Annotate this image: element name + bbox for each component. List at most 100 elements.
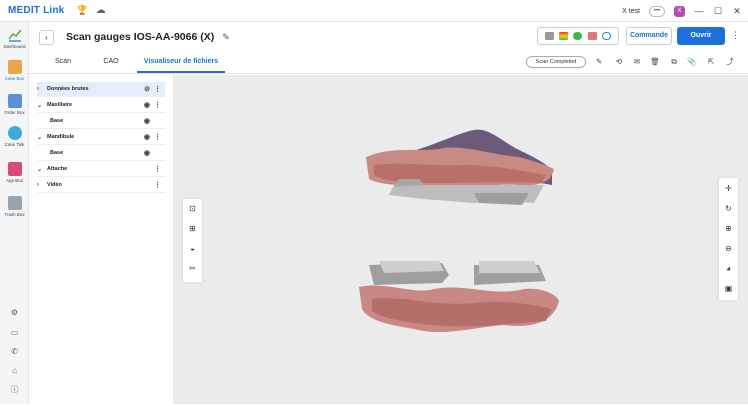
chevron-down-icon[interactable]: ⌄ bbox=[37, 134, 47, 141]
texture-icon[interactable]: ▣ bbox=[723, 283, 734, 294]
tree-item-video[interactable]: › Vidéo ⋮ bbox=[37, 178, 165, 193]
sidebar-item-order-box[interactable]: Order Box bbox=[0, 94, 29, 115]
chevron-down-icon[interactable]: ⌄ bbox=[37, 166, 47, 173]
viewport-left-toolbar: ⊡ ⊞ ◒ ✂ bbox=[183, 199, 202, 282]
tree-item-maxillaire-base[interactable]: Base ◉ bbox=[37, 114, 165, 129]
viewport-right-toolbar: ✛ ↻ ⊕ ⊖ ◕ ▣ bbox=[719, 178, 738, 300]
sidebar-item-label: App Box bbox=[5, 178, 23, 183]
fit-view-icon[interactable]: ⊡ bbox=[187, 203, 198, 214]
case-header: ‹ Scan gauges IOS-AA-9066 (X) ✎ Commande… bbox=[29, 22, 748, 52]
section-icon[interactable]: ◒ bbox=[187, 243, 198, 254]
sidebar-item-label: Trash Box bbox=[4, 212, 25, 217]
announcement-icon[interactable]: ✆ bbox=[9, 347, 20, 358]
kebab-menu-icon[interactable]: ⋮ bbox=[154, 133, 161, 141]
3d-viewport[interactable] bbox=[174, 75, 748, 404]
kebab-menu-icon[interactable]: ⋮ bbox=[154, 85, 161, 93]
tree-item-label: Attache bbox=[47, 166, 68, 172]
home-icon[interactable]: ⌂ bbox=[9, 366, 20, 377]
order-box-icon bbox=[7, 94, 22, 108]
sidebar-item-trash-box[interactable]: Trash Box bbox=[0, 196, 29, 217]
sidebar: Dashboard Case Box Order Box Case Talk A… bbox=[0, 22, 29, 404]
sidebar-item-label: Dashboard bbox=[3, 44, 26, 49]
sidebar-item-label: Case Talk bbox=[4, 142, 25, 147]
focus-icon[interactable]: ⊞ bbox=[187, 223, 198, 234]
rotate-icon[interactable]: ↻ bbox=[723, 203, 734, 214]
sidebar-item-dashboard[interactable]: Dashboard bbox=[0, 28, 29, 49]
chevron-right-icon[interactable]: › bbox=[37, 86, 47, 92]
page-title: Scan gauges IOS-AA-9066 (X) bbox=[66, 31, 215, 43]
status-badge: Scan Completed bbox=[526, 56, 586, 68]
maxillary-scan bbox=[366, 129, 554, 205]
sidebar-item-case-box[interactable]: Case Box bbox=[0, 60, 29, 81]
more-options-icon[interactable]: ⋮ bbox=[731, 30, 740, 41]
trash-box-icon bbox=[7, 196, 22, 210]
edit-icon[interactable]: ✎ bbox=[222, 32, 230, 43]
kebab-menu-icon[interactable]: ⋮ bbox=[154, 101, 161, 109]
chevron-right-icon[interactable]: › bbox=[37, 182, 47, 188]
tab-file-viewer[interactable]: Visualiseur de fichiers bbox=[137, 52, 225, 73]
sidebar-item-case-talk[interactable]: Case Talk bbox=[0, 126, 29, 147]
commande-button[interactable]: Commande bbox=[626, 27, 672, 45]
notes-icon[interactable]: ✎ bbox=[594, 57, 604, 67]
minimize-button[interactable]: — bbox=[694, 6, 704, 16]
eye-icon[interactable]: ◉ bbox=[144, 149, 150, 157]
avatar[interactable]: X bbox=[674, 5, 685, 17]
tree-item-label: Vidéo bbox=[47, 182, 62, 188]
kebab-menu-icon[interactable]: ⋮ bbox=[154, 181, 161, 189]
tab-scan[interactable]: Scan bbox=[51, 52, 75, 73]
tree-item-label: Base bbox=[50, 118, 64, 124]
tree-item-label: Maxillaire bbox=[47, 102, 73, 108]
user-menu-button[interactable]: ••• bbox=[649, 5, 665, 17]
user-name[interactable]: X test bbox=[622, 8, 640, 15]
green-scan-icon[interactable] bbox=[573, 32, 583, 40]
tree-item-maxillaire[interactable]: ⌄ Maxillaire ◉ ⋮ bbox=[37, 98, 165, 113]
eye-icon[interactable]: ◉ bbox=[144, 101, 150, 109]
tree-item-label: Mandibule bbox=[47, 134, 75, 140]
chevron-down-icon[interactable]: ⌄ bbox=[37, 102, 47, 109]
zoom-in-icon[interactable]: ⊕ bbox=[723, 223, 734, 234]
tree-item-raw-data[interactable]: › Données brutes ⊘ ⋮ bbox=[37, 82, 165, 97]
sidebar-item-label: Case Box bbox=[4, 76, 25, 81]
cut-icon[interactable]: ✂ bbox=[187, 263, 198, 274]
move-icon[interactable]: ✛ bbox=[723, 183, 734, 194]
info-icon[interactable]: ⓘ bbox=[9, 384, 20, 395]
tree-item-label: Données brutes bbox=[47, 86, 89, 92]
eye-icon[interactable]: ◉ bbox=[144, 117, 150, 125]
scan-data-toggles[interactable] bbox=[537, 27, 619, 45]
ouvrir-button[interactable]: Ouvrir bbox=[677, 27, 725, 45]
gray-scan-icon[interactable] bbox=[544, 32, 554, 40]
settings-icon[interactable]: ⚙ bbox=[9, 308, 20, 319]
sidebar-item-app-box[interactable]: App Box bbox=[0, 162, 29, 183]
close-window-button[interactable]: ✕ bbox=[732, 6, 742, 17]
zoom-out-icon[interactable]: ⊖ bbox=[723, 243, 734, 254]
tree-item-attache[interactable]: ⌄ Attache ⋮ bbox=[37, 162, 165, 177]
kebab-menu-icon[interactable]: ⋮ bbox=[154, 165, 161, 173]
eye-icon[interactable]: ◉ bbox=[144, 133, 150, 141]
mail-icon[interactable]: ✉ bbox=[632, 57, 642, 67]
red-scan-icon[interactable] bbox=[587, 32, 597, 40]
attach-icon[interactable]: 📎 bbox=[687, 57, 697, 67]
history-icon[interactable]: ⟲ bbox=[614, 57, 624, 67]
color-scan-icon[interactable] bbox=[559, 32, 569, 40]
copy-icon[interactable]: ⧉ bbox=[669, 57, 679, 67]
share-icon[interactable]: ⤴ bbox=[725, 57, 735, 67]
dental-scan-render[interactable] bbox=[174, 75, 748, 404]
mandibular-scan bbox=[359, 261, 559, 333]
case-box-icon bbox=[7, 60, 22, 74]
tree-item-mandibule-base[interactable]: Base ◉ bbox=[37, 146, 165, 161]
cloud-icon[interactable]: ☁ bbox=[96, 5, 106, 16]
color-wheel-icon[interactable]: ◕ bbox=[723, 263, 734, 274]
camera-icon[interactable]: ▭ bbox=[9, 328, 20, 339]
maximize-button[interactable]: ☐ bbox=[713, 6, 723, 17]
trophy-icon[interactable]: 🏆 bbox=[76, 5, 87, 16]
case-talk-icon bbox=[7, 126, 22, 140]
eye-off-icon[interactable]: ⊘ bbox=[144, 85, 150, 93]
tree-item-mandibule[interactable]: ⌄ Mandibule ◉ ⋮ bbox=[37, 130, 165, 145]
blue-scan-icon[interactable] bbox=[602, 32, 612, 40]
dashboard-icon bbox=[7, 28, 22, 42]
tab-cao[interactable]: CAO bbox=[99, 52, 123, 73]
tree-item-label: Base bbox=[50, 150, 64, 156]
back-button[interactable]: ‹ bbox=[39, 29, 54, 45]
delete-icon[interactable]: 🗑 bbox=[650, 57, 660, 67]
export-icon[interactable]: ⇱ bbox=[706, 57, 716, 67]
